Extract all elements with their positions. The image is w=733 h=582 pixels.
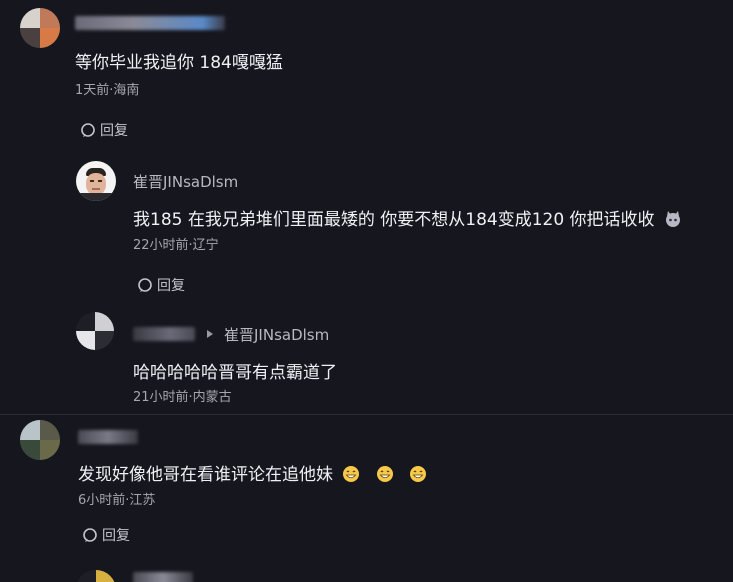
comment-item: 发现好像他哥在看谁评论在追他妹 6小时前·江苏 回复 bbox=[0, 415, 733, 555]
avatar[interactable] bbox=[76, 161, 116, 201]
reply-bubble-icon bbox=[83, 528, 97, 542]
grin-emoji-icon bbox=[343, 466, 360, 482]
grin-emoji-icon bbox=[376, 466, 393, 482]
reply-label: 回复 bbox=[100, 123, 128, 139]
comment-thread: 等你毕业我追你 184嘎嘎猛 1天前·海南 回复 崔晋JINsaDlsm 我18… bbox=[0, 0, 733, 582]
avatar[interactable] bbox=[20, 420, 60, 460]
username[interactable]: 崔晋JINsaDlsm bbox=[133, 171, 238, 192]
reply-label: 回复 bbox=[102, 528, 130, 544]
reply-arrow-icon bbox=[207, 330, 213, 338]
comment-meta: 6小时前·江苏 bbox=[78, 493, 156, 508]
comment-meta: 21小时前·内蒙古 bbox=[133, 390, 232, 405]
reply-item: 崔晋JINsaDlsm 我185 在我兄弟堆们里面最矮的 你要不想从184变成1… bbox=[0, 150, 733, 300]
reply-bubble-icon bbox=[81, 123, 95, 137]
username-redacted bbox=[133, 327, 195, 341]
reply-to-username[interactable]: 崔晋JINsaDlsm bbox=[224, 324, 329, 345]
comment-text: 发现好像他哥在看谁评论在追他妹 bbox=[78, 460, 427, 485]
reply-button[interactable]: 回复 bbox=[80, 120, 128, 140]
comment-meta: 1天前·海南 bbox=[75, 83, 140, 98]
comment-text: 等你毕业我追你 184嘎嘎猛 bbox=[75, 53, 283, 73]
comment-text: 哈哈哈哈哈晋哥有点霸道了 bbox=[133, 363, 337, 383]
username-redacted bbox=[78, 430, 138, 444]
reply-label: 回复 bbox=[157, 278, 185, 294]
avatar[interactable] bbox=[20, 8, 60, 48]
reply-button[interactable]: 回复 bbox=[82, 525, 130, 545]
cat-emoji-icon bbox=[665, 211, 680, 227]
reply-bubble-icon bbox=[138, 278, 152, 292]
avatar[interactable] bbox=[76, 570, 116, 582]
reply-button[interactable]: 回复 bbox=[137, 275, 185, 295]
username-redacted bbox=[75, 16, 225, 30]
comment-item: 等你毕业我追你 184嘎嘎猛 1天前·海南 回复 bbox=[0, 0, 733, 150]
reply-item: 崔晋JINsaDlsm 哈哈哈哈哈晋哥有点霸道了 21小时前·内蒙古 bbox=[0, 300, 733, 414]
username-redacted bbox=[133, 572, 193, 582]
grin-emoji-icon bbox=[410, 466, 427, 482]
comment-item-partial bbox=[0, 562, 733, 582]
comment-text: 我185 在我兄弟堆们里面最矮的 你要不想从184变成120 你把话收收 bbox=[133, 205, 682, 230]
avatar[interactable] bbox=[76, 312, 114, 350]
comment-meta: 22小时前·辽宁 bbox=[133, 238, 219, 253]
